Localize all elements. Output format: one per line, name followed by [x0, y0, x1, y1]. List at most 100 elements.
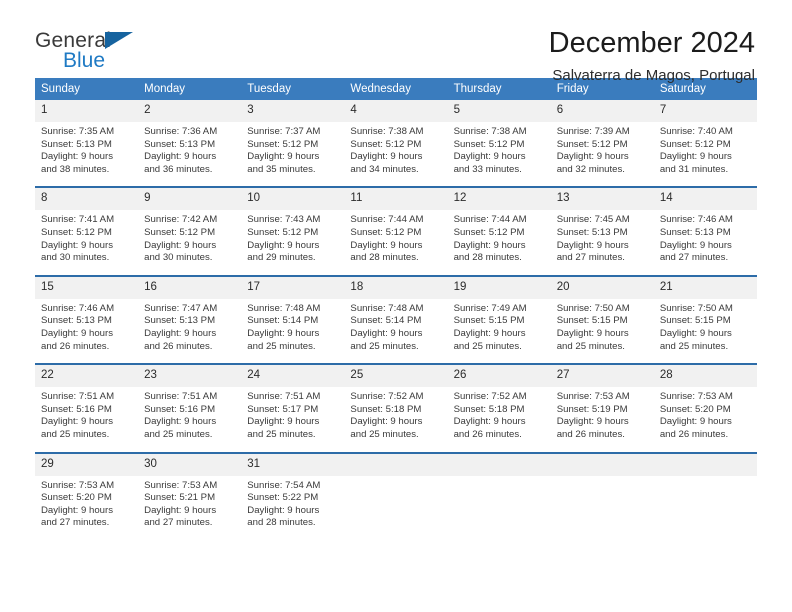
sunset-text: Sunset: 5:14 PM	[350, 315, 422, 327]
day-cell[interactable]: 29 Sunrise: 7:53 AM Sunset: 5:20 PM Dayl…	[35, 453, 139, 540]
sunrise-text: Sunrise: 7:37 AM	[247, 126, 321, 137]
sunrise-text: Sunrise: 7:44 AM	[350, 214, 424, 226]
day-cell[interactable]: 12 Sunrise: 7:44 AM Sunset: 5:12 PM Dayl…	[447, 188, 551, 274]
daylight-text-line1: Daylight: 9 hours	[556, 327, 629, 339]
day-cell[interactable]: 7 Sunrise: 7:40 AM Sunset: 5:12 PM Dayli…	[653, 100, 757, 186]
sunrise-text: Sunrise: 7:52 AM	[453, 391, 527, 403]
sunrise-text: Sunrise: 7:53 AM	[144, 479, 218, 491]
day-cell[interactable]: 4 Sunrise: 7:38 AM Sunset: 5:12 PM Dayli…	[344, 100, 448, 186]
daylight-text-line2: and 27 minutes.	[41, 517, 110, 529]
sunrise-text: Sunrise: 7:35 AM	[41, 126, 115, 137]
day-cell[interactable]: 30 Sunrise: 7:53 AM Sunset: 5:21 PM Dayl…	[138, 453, 242, 540]
day-cell[interactable]: 21 Sunrise: 7:50 AM Sunset: 5:15 PM Dayl…	[653, 276, 757, 363]
sunset-text: Sunset: 5:18 PM	[350, 403, 422, 415]
daylight-text-line2: and 25 minutes.	[144, 428, 213, 440]
day-info: Sunrise: 7:44 AM Sunset: 5:12 PM Dayligh…	[448, 210, 551, 274]
day-info: Sunrise: 7:53 AM Sunset: 5:21 PM Dayligh…	[138, 476, 241, 540]
day-number: 5	[447, 100, 551, 122]
day-info: Sunrise: 7:40 AM Sunset: 5:12 PM Dayligh…	[654, 122, 757, 186]
sunset-text: Sunset: 5:19 PM	[556, 403, 628, 415]
daylight-text-line2: and 28 minutes.	[247, 517, 316, 529]
day-info: Sunrise: 7:47 AM Sunset: 5:13 PM Dayligh…	[138, 299, 241, 363]
day-cell[interactable]: 1 Sunrise: 7:35 AM Sunset: 5:13 PM Dayli…	[35, 100, 139, 186]
daylight-text-line2: and 25 minutes.	[556, 340, 625, 352]
daylight-text-line2: and 30 minutes.	[144, 252, 213, 264]
daylight-text-line2: and 25 minutes.	[350, 340, 419, 352]
day-info: Sunrise: 7:41 AM Sunset: 5:12 PM Dayligh…	[35, 210, 138, 274]
day-info: Sunrise: 7:52 AM Sunset: 5:18 PM Dayligh…	[448, 387, 551, 451]
day-cell[interactable]: 18 Sunrise: 7:48 AM Sunset: 5:14 PM Dayl…	[344, 276, 448, 363]
sunrise-text: Sunrise: 7:49 AM	[453, 302, 527, 314]
day-cell[interactable]: 11 Sunrise: 7:44 AM Sunset: 5:12 PM Dayl…	[344, 188, 448, 274]
calendar-week-row: 22 Sunrise: 7:51 AM Sunset: 5:16 PM Dayl…	[35, 363, 757, 451]
weekday-header-saturday: Saturday	[659, 83, 706, 95]
day-cell[interactable]: 27 Sunrise: 7:53 AM Sunset: 5:19 PM Dayl…	[550, 365, 654, 451]
sunset-text: Sunset: 5:12 PM	[350, 226, 422, 238]
sunset-text: Sunset: 5:14 PM	[247, 315, 319, 327]
day-info: Sunrise: 7:53 AM Sunset: 5:20 PM Dayligh…	[35, 476, 138, 540]
daylight-text-line2: and 25 minutes.	[659, 340, 729, 352]
day-number: 3	[241, 100, 345, 122]
logo-general-blue[interactable]: General Blue	[35, 26, 205, 71]
sunset-text: Sunset: 5:12 PM	[453, 226, 525, 238]
weekday-header-friday: Friday	[556, 83, 589, 95]
day-info: Sunrise: 7:51 AM Sunset: 5:17 PM Dayligh…	[241, 387, 344, 451]
day-cell[interactable]: 9 Sunrise: 7:42 AM Sunset: 5:12 PM Dayli…	[138, 188, 242, 274]
day-cell[interactable]: 19 Sunrise: 7:49 AM Sunset: 5:15 PM Dayl…	[447, 276, 551, 363]
sunset-text: Sunset: 5:12 PM	[659, 138, 731, 150]
day-cell[interactable]: 6 Sunrise: 7:39 AM Sunset: 5:12 PM Dayli…	[550, 100, 654, 186]
day-info: Sunrise: 7:38 AM Sunset: 5:12 PM Dayligh…	[448, 122, 551, 186]
day-cell[interactable]: 22 Sunrise: 7:51 AM Sunset: 5:16 PM Dayl…	[35, 365, 139, 451]
day-number: 10	[241, 188, 345, 211]
day-cell[interactable]: 3 Sunrise: 7:37 AM Sunset: 5:12 PM Dayli…	[241, 100, 345, 186]
day-number: 28	[653, 365, 757, 388]
day-cell[interactable]: 31 Sunrise: 7:54 AM Sunset: 5:22 PM Dayl…	[241, 453, 345, 540]
day-cell[interactable]: 8 Sunrise: 7:41 AM Sunset: 5:12 PM Dayli…	[35, 188, 139, 274]
day-cell[interactable]: 20 Sunrise: 7:50 AM Sunset: 5:15 PM Dayl…	[550, 276, 654, 363]
sunset-text: Sunset: 5:12 PM	[144, 226, 216, 238]
day-cell[interactable]: 17 Sunrise: 7:48 AM Sunset: 5:14 PM Dayl…	[241, 276, 345, 363]
day-cell[interactable]: 10 Sunrise: 7:43 AM Sunset: 5:12 PM Dayl…	[241, 188, 345, 274]
sunset-text: Sunset: 5:17 PM	[247, 403, 319, 415]
day-info: Sunrise: 7:37 AM Sunset: 5:12 PM Dayligh…	[241, 122, 344, 186]
day-cell[interactable]: 2 Sunrise: 7:36 AM Sunset: 5:13 PM Dayli…	[138, 100, 242, 186]
title-block: December 2024 Salvaterra de Magos, Portu…	[549, 26, 757, 86]
day-cell-empty	[344, 453, 448, 540]
sunrise-text: Sunrise: 7:38 AM	[350, 126, 424, 137]
day-info	[344, 476, 447, 538]
daylight-text-line2: and 32 minutes.	[556, 163, 625, 175]
day-cell[interactable]: 25 Sunrise: 7:52 AM Sunset: 5:18 PM Dayl…	[344, 365, 448, 451]
daylight-text-line1: Daylight: 9 hours	[556, 239, 629, 251]
sunrise-text: Sunrise: 7:51 AM	[144, 391, 218, 403]
day-cell[interactable]: 23 Sunrise: 7:51 AM Sunset: 5:16 PM Dayl…	[138, 365, 242, 451]
day-info: Sunrise: 7:53 AM Sunset: 5:19 PM Dayligh…	[551, 387, 654, 451]
page-header: General Blue December 2024 Salvaterra de…	[35, 0, 757, 84]
daylight-text-line2: and 25 minutes.	[247, 340, 316, 352]
daylight-text-line2: and 25 minutes.	[350, 428, 419, 440]
day-cell[interactable]: 28 Sunrise: 7:53 AM Sunset: 5:20 PM Dayl…	[653, 365, 757, 451]
sunset-text: Sunset: 5:20 PM	[659, 403, 731, 415]
sunrise-text: Sunrise: 7:48 AM	[350, 302, 424, 314]
day-info: Sunrise: 7:42 AM Sunset: 5:12 PM Dayligh…	[138, 210, 241, 274]
sunrise-text: Sunrise: 7:48 AM	[247, 302, 321, 314]
day-cell[interactable]: 26 Sunrise: 7:52 AM Sunset: 5:18 PM Dayl…	[447, 365, 551, 451]
day-number: 27	[550, 365, 654, 388]
calendar-week-row: 15 Sunrise: 7:46 AM Sunset: 5:13 PM Dayl…	[35, 274, 757, 363]
daylight-text-line2: and 27 minutes.	[659, 252, 729, 264]
day-cell[interactable]: 15 Sunrise: 7:46 AM Sunset: 5:13 PM Dayl…	[35, 276, 139, 363]
day-cell[interactable]: 5 Sunrise: 7:38 AM Sunset: 5:12 PM Dayli…	[447, 100, 551, 186]
day-number: 12	[447, 188, 551, 211]
day-number: 31	[241, 453, 345, 476]
day-info: Sunrise: 7:48 AM Sunset: 5:14 PM Dayligh…	[241, 299, 344, 363]
sunset-text: Sunset: 5:13 PM	[144, 315, 216, 327]
day-cell[interactable]: 16 Sunrise: 7:47 AM Sunset: 5:13 PM Dayl…	[138, 276, 242, 363]
day-cell[interactable]: 24 Sunrise: 7:51 AM Sunset: 5:17 PM Dayl…	[241, 365, 345, 451]
sunrise-text: Sunrise: 7:46 AM	[659, 214, 733, 226]
daylight-text-line2: and 36 minutes.	[144, 163, 213, 175]
day-cell[interactable]: 13 Sunrise: 7:45 AM Sunset: 5:13 PM Dayl…	[550, 188, 654, 274]
day-number: 25	[344, 365, 448, 388]
daylight-text-line1: Daylight: 9 hours	[41, 151, 113, 163]
daylight-text-line2: and 35 minutes.	[247, 163, 316, 175]
day-number: 23	[138, 365, 242, 388]
day-cell[interactable]: 14 Sunrise: 7:46 AM Sunset: 5:13 PM Dayl…	[653, 188, 757, 274]
